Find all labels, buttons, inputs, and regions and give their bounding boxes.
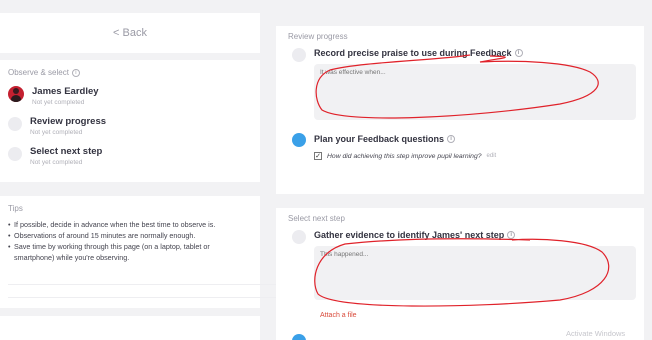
step-dot: [8, 147, 22, 161]
review-progress-panel: Review progress Record precise praise to…: [276, 26, 644, 194]
step-title: James Eardley: [32, 86, 99, 97]
praise-title-text: Record precise praise to use during Feed…: [314, 48, 512, 58]
evidence-textarea[interactable]: [314, 246, 636, 300]
evidence-title-text: Gather evidence to identify James' next …: [314, 230, 505, 240]
next-step-heading: Select next step: [288, 214, 345, 223]
evidence-title: Gather evidence to identify James' next …: [314, 230, 516, 240]
step-title: Review progress: [30, 116, 107, 127]
feedback-title-text: Plan your Feedback questions: [314, 134, 445, 144]
step-select-next-step[interactable]: Select next step Not yet completed: [8, 146, 102, 166]
info-circle-icon[interactable]: i: [514, 49, 523, 57]
select-next-step-panel: Select next step Gather evidence to iden…: [276, 208, 644, 340]
observe-heading-text: Observe & select: [8, 68, 69, 77]
praise-title: Record precise praise to use during Feed…: [314, 48, 523, 58]
left-bottom-panel: [0, 316, 260, 340]
step-review-progress[interactable]: Review progress Not yet completed: [8, 116, 106, 136]
activate-windows-watermark: Activate Windows: [566, 329, 626, 338]
back-link[interactable]: < Back: [113, 27, 147, 39]
tips-list: If possible, decide in advance when the …: [8, 219, 252, 263]
praise-step-dot: [292, 48, 306, 62]
praise-textarea[interactable]: [314, 64, 636, 120]
avatar: [8, 86, 24, 102]
step-dot: [8, 117, 22, 131]
tips-heading: Tips: [8, 204, 23, 213]
info-circle-icon[interactable]: i: [447, 135, 456, 143]
step-title: Select next step: [30, 146, 103, 157]
edit-question-link[interactable]: edit: [487, 153, 497, 159]
attach-file-link[interactable]: Attach a file: [320, 312, 357, 319]
step-status: Not yet completed: [30, 159, 83, 166]
step-james-eardley[interactable]: James Eardley Not yet completed: [8, 86, 99, 106]
observe-heading: Observe & select i: [8, 68, 252, 77]
tip-item: Save time by working through this page (…: [8, 241, 252, 263]
feedback-questions-title: Plan your Feedback questions i: [314, 134, 456, 144]
feedback-question-row: ✓ How did achieving this step improve pu…: [314, 152, 496, 160]
feedback-step-dot: [292, 133, 306, 147]
tip-item: Observations of around 15 minutes are no…: [8, 230, 252, 241]
observe-select-panel: Observe & select i James Eardley Not yet…: [0, 60, 260, 182]
tip-item: If possible, decide in advance when the …: [8, 219, 252, 230]
step-status: Not yet completed: [30, 129, 83, 136]
back-panel: < Back: [0, 13, 260, 53]
feedback-question-text: How did achieving this step improve pupi…: [327, 152, 482, 160]
info-circle-icon[interactable]: i: [507, 231, 516, 239]
info-circle-icon[interactable]: i: [71, 68, 80, 77]
step-status: Not yet completed: [32, 99, 85, 106]
question-checkbox[interactable]: ✓: [314, 152, 322, 160]
evidence-step-dot: [292, 230, 306, 244]
review-heading: Review progress: [288, 32, 348, 41]
